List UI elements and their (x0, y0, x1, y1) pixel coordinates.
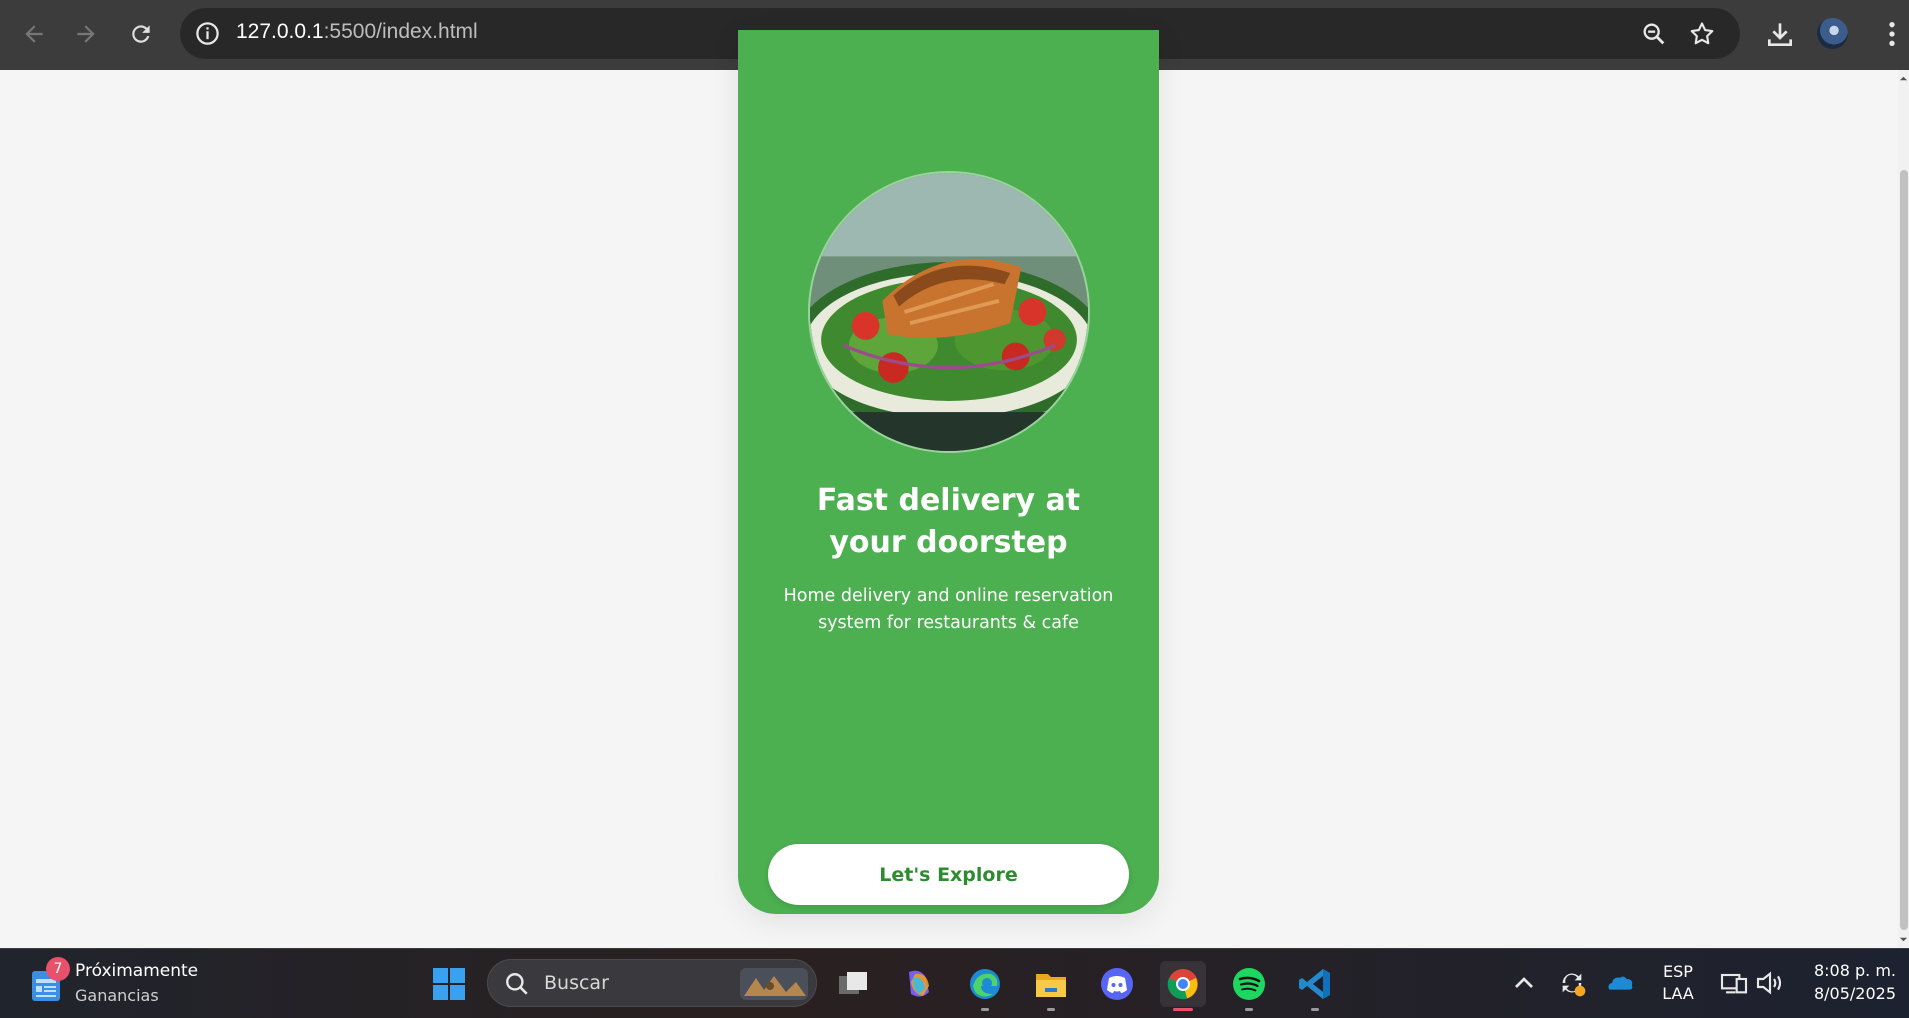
sync-icon[interactable] (1556, 967, 1588, 999)
network-icon[interactable] (1718, 967, 1750, 999)
spotify-icon[interactable] (1226, 961, 1272, 1011)
discord-icon[interactable] (1094, 961, 1140, 1007)
page-headline: Fast delivery at your doorstep (738, 480, 1159, 564)
search-highlight-icon (740, 968, 808, 1000)
volume-icon[interactable] (1754, 967, 1786, 999)
page-viewport: Fast delivery at your doorstep Home deli… (0, 30, 1909, 948)
info-icon[interactable] (194, 20, 221, 47)
url-text[interactable]: 127.0.0.1:5500/index.html (236, 20, 478, 44)
scroll-down-icon[interactable] (1899, 935, 1908, 944)
windows-taskbar: 7 Próximamente Ganancias Buscar ESP LAA … (0, 948, 1909, 1018)
headline-line-2: your doorstep (829, 525, 1068, 560)
chevron-up-icon[interactable] (1508, 967, 1540, 999)
scroll-thumb[interactable] (1900, 170, 1908, 930)
clock-time: 8:08 p. m. (1813, 961, 1896, 980)
star-icon[interactable] (1688, 20, 1716, 48)
edge-icon[interactable] (962, 961, 1008, 1011)
reload-icon[interactable] (121, 14, 161, 54)
onedrive-icon[interactable] (1604, 967, 1636, 999)
explorer-running-dot (1047, 1008, 1055, 1011)
search-placeholder: Buscar (544, 972, 609, 994)
vscode-running-dot (1311, 1008, 1319, 1011)
windows-start-icon[interactable] (426, 961, 472, 1007)
download-icon[interactable] (1764, 18, 1796, 50)
copilot-icon[interactable] (896, 961, 942, 1007)
clock-date: 8/05/2025 (1813, 984, 1896, 1003)
url-path: :5500/index.html (323, 20, 478, 43)
widget-subtitle: Ganancias (75, 986, 159, 1005)
subtitle-line-2: system for restaurants & cafe (818, 613, 1079, 633)
onboarding-card: Fast delivery at your doorstep Home deli… (738, 30, 1159, 914)
language-indicator[interactable]: ESP LAA (1660, 961, 1696, 1005)
task-view-icon[interactable] (830, 961, 876, 1007)
system-clock[interactable]: 8:08 p. m. 8/05/2025 (1800, 959, 1896, 1005)
lang-line-2: LAA (1662, 984, 1694, 1003)
page-subtitle: Home delivery and online reservation sys… (778, 583, 1119, 637)
subtitle-line-1: Home delivery and online reservation (783, 586, 1114, 606)
back-arrow-icon[interactable] (14, 14, 54, 54)
vscode-icon[interactable] (1292, 961, 1338, 1011)
url-host: 127.0.0.1 (236, 20, 324, 43)
lang-line-1: ESP (1663, 962, 1693, 981)
scroll-up-icon[interactable] (1899, 74, 1908, 83)
headline-line-1: Fast delivery at (816, 483, 1081, 518)
zoom-icon[interactable] (1640, 20, 1668, 48)
page-scrollbar[interactable] (1898, 70, 1909, 948)
taskbar-search[interactable]: Buscar (487, 959, 817, 1007)
file-explorer-icon[interactable] (1028, 961, 1074, 1011)
chrome-icon[interactable] (1160, 961, 1206, 1011)
profile-avatar[interactable] (1817, 18, 1848, 49)
spotify-running-dot (1245, 1008, 1253, 1011)
edge-running-dot (981, 1008, 989, 1011)
widget-title: Próximamente (75, 961, 199, 981)
forward-arrow-icon[interactable] (66, 14, 106, 54)
kebab-menu-icon[interactable] (1876, 18, 1908, 50)
lets-explore-button[interactable]: Let's Explore (768, 844, 1129, 905)
search-icon (506, 973, 528, 995)
salmon-dish-image (808, 171, 1090, 453)
widget-badge: 7 (46, 957, 70, 981)
chrome-active-indicator (1173, 1008, 1193, 1011)
